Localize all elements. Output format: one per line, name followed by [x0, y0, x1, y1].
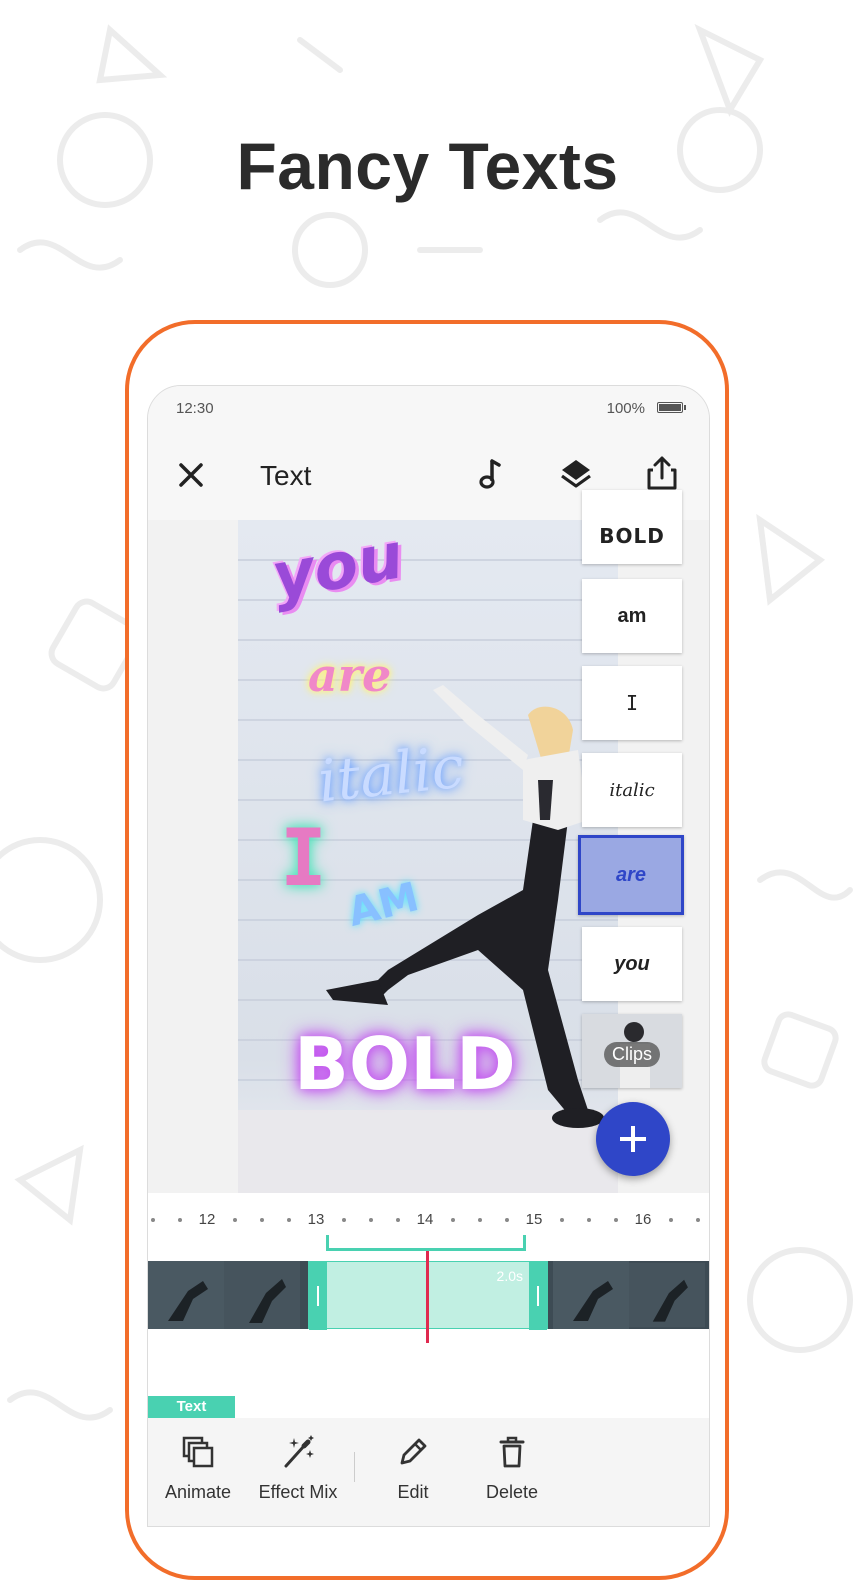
effect-mix-label: Effect Mix — [258, 1482, 338, 1502]
page-headline: Fancy Texts — [236, 129, 619, 203]
film-frame — [148, 1261, 224, 1329]
delete-label: Delete — [485, 1482, 539, 1502]
bottom-toolbar: Animate Effect Mix Edit Delete — [148, 1418, 709, 1526]
layer-label: you — [614, 952, 650, 975]
share-icon[interactable] — [644, 454, 680, 492]
tick-label: 15 — [525, 1211, 543, 1228]
tick-dot — [614, 1218, 618, 1222]
tick-dot — [342, 1218, 346, 1222]
tick-dot — [178, 1218, 182, 1222]
music-note-icon[interactable] — [474, 456, 508, 492]
layer-label: italic — [609, 779, 655, 801]
toolbar-divider — [354, 1452, 355, 1482]
animate-label: Animate — [164, 1482, 232, 1502]
tick-dot — [396, 1218, 400, 1222]
tick-dot — [478, 1218, 482, 1222]
fancy-text-bold[interactable]: BOLD — [294, 1022, 516, 1106]
tick-dot — [233, 1218, 237, 1222]
layer-label: are — [615, 863, 647, 886]
phone-screen: 12:30 100% Text you are italic I AM BOLD… — [147, 385, 710, 1527]
animate-button[interactable]: Animate — [148, 1434, 248, 1503]
clip-start-handle[interactable] — [309, 1262, 327, 1330]
background-photo: you are italic I AM BOLD — [238, 520, 618, 1193]
tick-dot — [451, 1218, 455, 1222]
layer-thumb-are-selected[interactable]: are — [578, 835, 684, 915]
edit-button[interactable]: Edit — [363, 1434, 463, 1503]
tick-dot — [696, 1218, 700, 1222]
layer-thumb-i[interactable]: I — [582, 666, 682, 740]
layer-thumb-am[interactable]: am — [582, 579, 682, 653]
clip-end-handle[interactable] — [529, 1262, 547, 1330]
layer-thumb-clips[interactable]: Clips — [582, 1014, 682, 1088]
layer-label: I — [625, 691, 639, 715]
screen-title: Text — [260, 460, 312, 491]
tick-label: 12 — [198, 1211, 216, 1228]
track-tag: Text — [148, 1396, 235, 1418]
film-frame — [553, 1261, 629, 1329]
tick-dot — [587, 1218, 591, 1222]
tick-label: 14 — [416, 1211, 434, 1228]
tick-dot — [151, 1218, 155, 1222]
fancy-text-are[interactable]: are — [308, 648, 391, 702]
fancy-text-i[interactable]: I — [280, 814, 327, 904]
status-time: 12:30 — [176, 400, 214, 417]
layer-list: BOLD am I italic are you Clips — [578, 490, 684, 1193]
layer-thumb-you[interactable]: you — [582, 927, 682, 1001]
tick-dot — [287, 1218, 291, 1222]
add-layer-button[interactable] — [596, 1102, 670, 1176]
layer-thumb-bold[interactable]: BOLD — [582, 490, 682, 564]
animate-icon — [182, 1436, 214, 1468]
delete-button[interactable]: Delete — [462, 1434, 562, 1503]
edit-label: Edit — [397, 1482, 429, 1502]
close-icon[interactable] — [174, 458, 208, 492]
film-frame — [629, 1262, 705, 1328]
selection-range-bracket — [326, 1235, 526, 1251]
playhead[interactable] — [426, 1251, 429, 1343]
clip-duration: 2.0s — [496, 1268, 523, 1284]
editor-canvas[interactable]: you are italic I AM BOLD BOLD am I itali… — [148, 490, 709, 1193]
tick-dot — [669, 1218, 673, 1222]
tick-label: 13 — [307, 1211, 325, 1228]
effect-mix-button[interactable]: Effect Mix — [248, 1434, 348, 1503]
pencil-icon — [400, 1438, 427, 1465]
tick-dot — [560, 1218, 564, 1222]
tick-dot — [260, 1218, 264, 1222]
tick-dot — [369, 1218, 373, 1222]
tick-dot — [505, 1218, 509, 1222]
magic-wand-icon — [284, 1435, 314, 1468]
layers-icon[interactable] — [558, 456, 594, 492]
tick-label: 16 — [634, 1211, 652, 1228]
layer-thumb-italic[interactable]: italic — [582, 753, 682, 827]
battery-icon — [657, 402, 686, 413]
layer-label: am — [617, 604, 647, 627]
trash-icon — [499, 1436, 525, 1468]
clips-label: Clips — [604, 1042, 661, 1067]
status-bar: 12:30 100% — [148, 386, 709, 430]
layer-label: BOLD — [599, 524, 665, 548]
battery-percentage: 100% — [606, 400, 645, 417]
timeline-panel: 12 13 14 15 16 2.0s Text — [148, 1193, 709, 1418]
film-frame — [224, 1261, 300, 1329]
